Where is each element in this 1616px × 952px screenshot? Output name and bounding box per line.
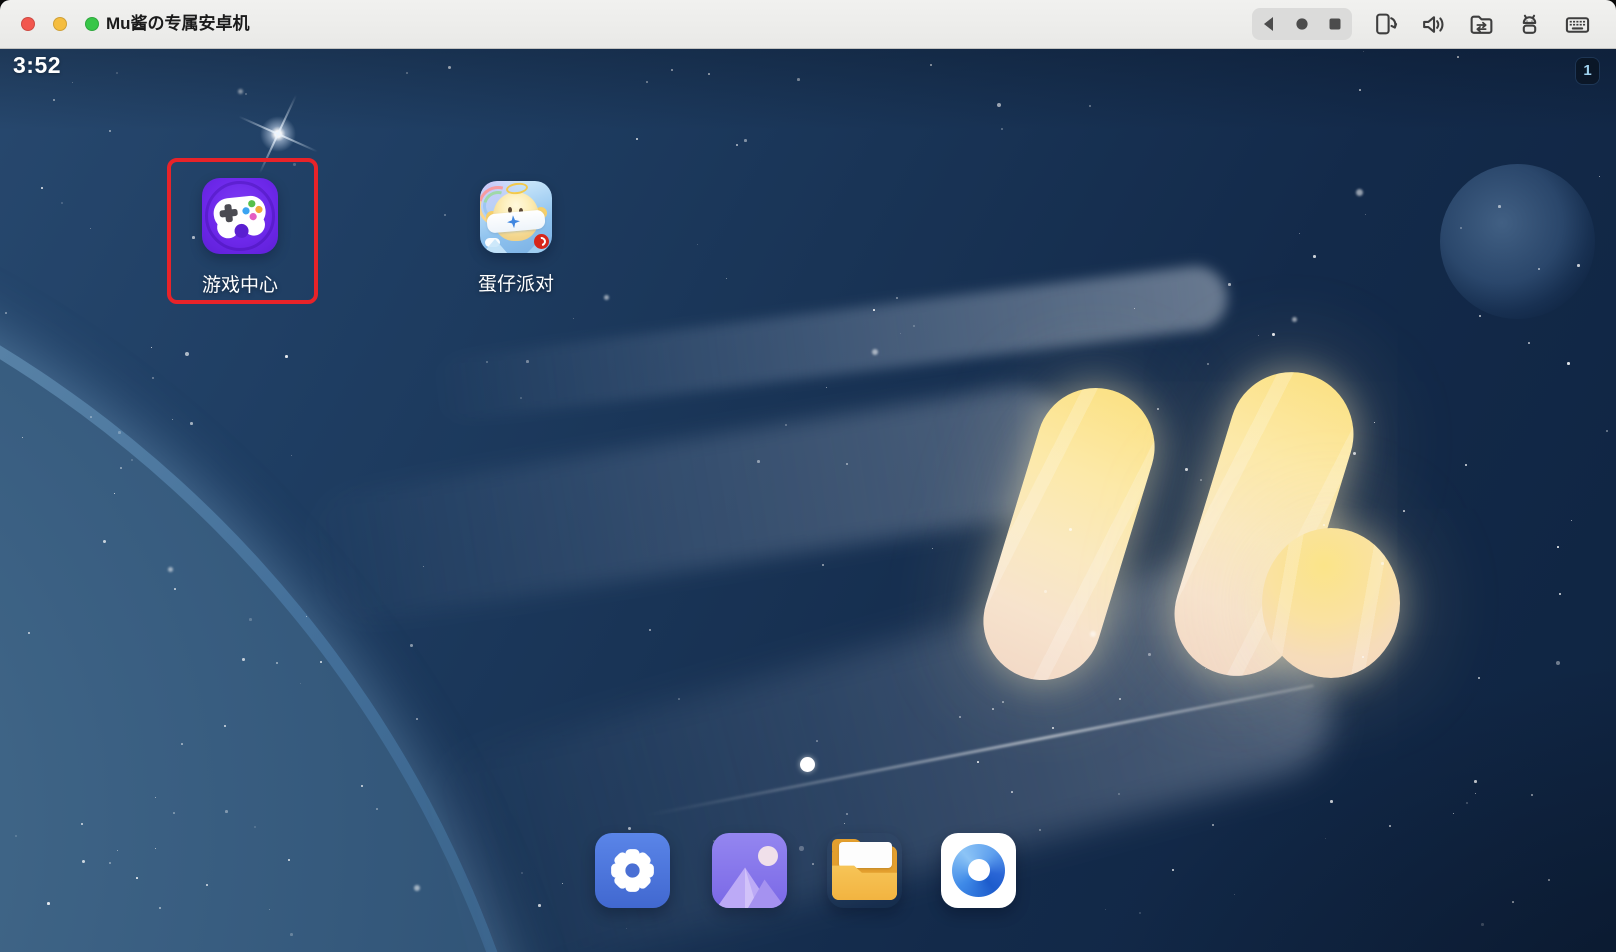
recents-icon [1324,13,1346,35]
back-icon [1258,13,1280,35]
home-icon [1291,13,1313,35]
page-indicator-dot [800,757,815,772]
file-transfer-icon [1468,11,1495,38]
rotate-screen-icon [1372,11,1399,38]
dock-settings[interactable] [595,833,670,908]
titlebar-toolbar [1252,0,1592,48]
browser-swirl-icon [952,844,1005,897]
back-button[interactable] [1254,9,1284,39]
status-clock: 3:52 [13,52,61,79]
dock-file-manager[interactable] [827,833,902,908]
android-icon [1516,11,1543,38]
volume-icon [1420,11,1447,38]
traffic-lights [21,17,99,31]
rotate-screen-button[interactable] [1370,9,1400,39]
mumu-logo-bar [969,373,1170,694]
mumu-logo-dot [1262,528,1400,678]
keyboard-button[interactable] [1562,9,1592,39]
wallpaper-small-planet [1440,164,1595,319]
dock-gallery[interactable] [712,833,787,908]
wallpaper-light-streak [646,684,1314,817]
app-label: 蛋仔派对 [478,269,554,296]
wallpaper-light-streak [295,379,1086,629]
titlebar: Mu酱の专属安卓机 [0,0,1616,49]
notification-badge: 1 [1576,58,1599,84]
window-title: Mu酱の专属安卓机 [106,0,250,48]
document-icon [839,842,892,868]
file-transfer-button[interactable] [1466,9,1496,39]
recents-button[interactable] [1320,9,1350,39]
dock-browser[interactable] [941,833,1016,908]
emulator-window: Mu酱の专属安卓机 [0,0,1616,952]
minimize-button[interactable] [53,17,67,31]
netease-seal-icon [534,234,549,249]
mumu-logo-bar [1159,357,1369,692]
moon-icon [758,846,778,866]
selection-highlight-box [167,158,318,304]
eggy-party-icon [480,181,552,253]
android-nav-group [1252,8,1352,40]
app-eggy-party[interactable]: 蛋仔派对 [456,181,576,296]
mumu-logo [980,356,1420,726]
star-sparkle [255,111,301,157]
close-button[interactable] [21,17,35,31]
home-button[interactable] [1287,9,1317,39]
zoom-button[interactable] [85,17,99,31]
volume-button[interactable] [1418,9,1448,39]
android-screen: 3:52 1 [0,49,1616,952]
keyboard-icon [1564,11,1591,38]
android-system-button[interactable] [1514,9,1544,39]
gear-icon [604,842,661,899]
